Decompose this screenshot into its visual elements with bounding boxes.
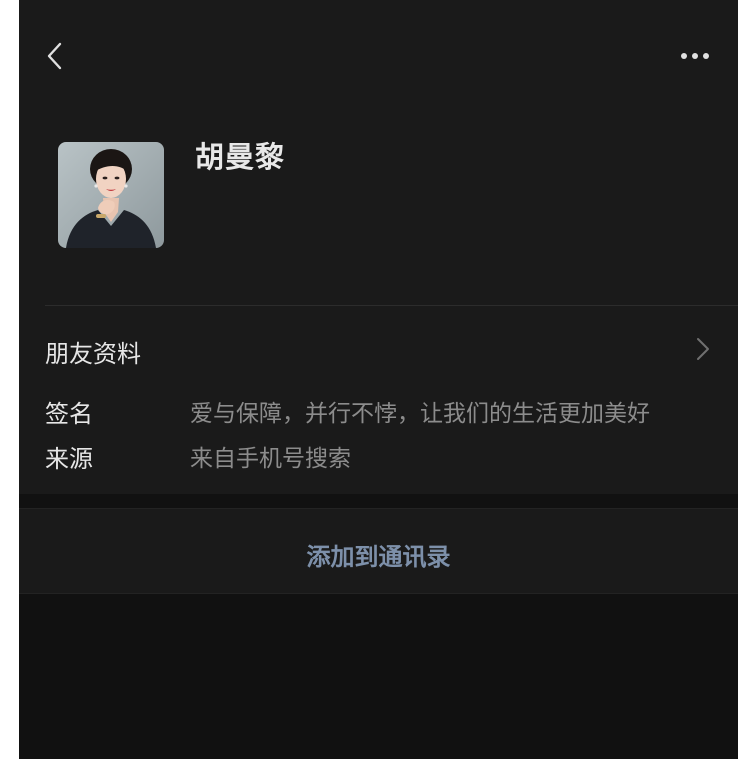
- profile-card: 胡曼黎 朋友资料 签名 爱与保障，并行不悖，让我们的生活更加美好 来源 来自手机…: [19, 0, 738, 494]
- section-gap: [19, 494, 738, 508]
- signature-value: 爱与保障，并行不悖，让我们的生活更加美好: [190, 401, 650, 427]
- signature-row: 签名 爱与保障，并行不悖，让我们的生活更加美好: [19, 390, 738, 430]
- friend-info-label: 朋友资料: [45, 340, 141, 368]
- more-button[interactable]: [675, 42, 715, 70]
- source-value: 来自手机号搜索: [190, 446, 351, 472]
- add-to-contacts-button[interactable]: 添加到通讯录: [19, 508, 738, 594]
- source-label: 来源: [45, 445, 93, 473]
- avatar[interactable]: [58, 142, 164, 248]
- contact-profile-screen: 胡曼黎 朋友资料 签名 爱与保障，并行不悖，让我们的生活更加美好 来源 来自手机…: [19, 0, 738, 759]
- chevron-right-icon: [697, 338, 709, 360]
- back-button[interactable]: [41, 38, 71, 74]
- friend-info-row[interactable]: 朋友资料: [19, 326, 738, 374]
- more-dots-icon: [681, 53, 709, 59]
- add-to-contacts-label: 添加到通讯录: [306, 543, 451, 571]
- profile-photo-icon: [58, 142, 164, 248]
- chevron-left-icon: [47, 42, 62, 70]
- signature-label: 签名: [45, 400, 93, 428]
- divider: [45, 305, 738, 306]
- source-row: 来源 来自手机号搜索: [19, 435, 738, 475]
- contact-name: 胡曼黎: [195, 140, 286, 174]
